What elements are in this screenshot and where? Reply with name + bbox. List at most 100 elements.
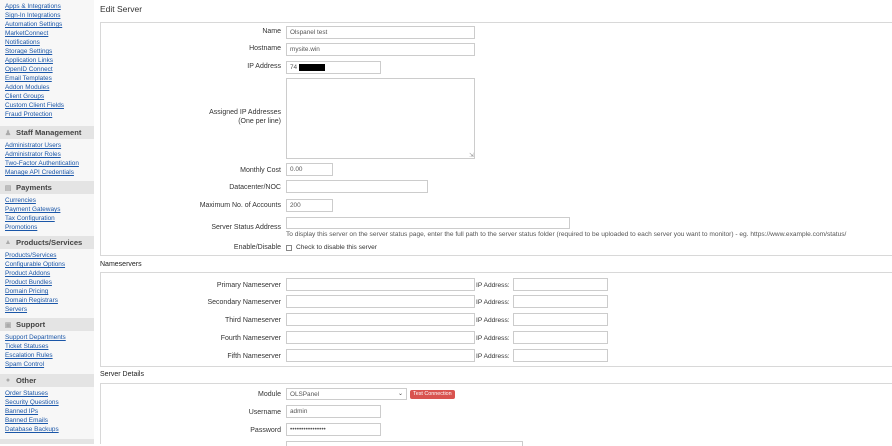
name-input[interactable] — [286, 26, 475, 39]
enable-disable-label: Enable/Disable — [233, 244, 281, 251]
disable-server-checkbox-label: Check to disable this server — [296, 244, 377, 251]
sidebar-link-automation-settings[interactable]: Automation Settings — [5, 21, 62, 28]
fourth-nameserver-label: Fourth Nameserver — [220, 335, 281, 342]
fourth-ns-ip-input[interactable] — [513, 331, 608, 344]
credit-card-icon: ▤ — [4, 184, 12, 192]
secondary-nameserver-label: Secondary Nameserver — [207, 299, 281, 306]
assigned-ip-textarea[interactable] — [286, 78, 475, 159]
primary-nameserver-label: Primary Nameserver — [216, 282, 281, 289]
sidebar-link-administrator-users[interactable]: Administrator Users — [5, 142, 61, 149]
third-ns-ip-label: IP Address: — [476, 317, 510, 324]
sidebar-link-notifications[interactable]: Notifications — [5, 39, 40, 46]
hostname-input[interactable] — [286, 43, 475, 56]
primary-nameserver-input[interactable] — [286, 278, 475, 291]
sidebar-link-spam-control[interactable]: Spam Control — [5, 361, 44, 368]
sidebar-section-products-services: ▲ Products/Services — [0, 236, 94, 249]
sidebar-link-product-bundles[interactable]: Product Bundles — [5, 279, 52, 286]
server-details-panel — [100, 383, 892, 444]
main-content: Edit Server Name Hostname IP Address 74 … — [94, 0, 892, 446]
sidebar-link-fraud-protection[interactable]: Fraud Protection — [5, 111, 52, 118]
user-icon: ♟ — [4, 129, 12, 137]
sidebar-link-administrator-roles[interactable]: Administrator Roles — [5, 151, 61, 158]
sidebar-link-domain-pricing[interactable]: Domain Pricing — [5, 288, 48, 295]
secondary-ns-ip-label: IP Address: — [476, 299, 510, 306]
sidebar-link-application-links[interactable]: Application Links — [5, 57, 53, 64]
sidebar-link-banned-emails[interactable]: Banned Emails — [5, 417, 48, 424]
module-label: Module — [258, 391, 281, 398]
sidebar-link-order-statuses[interactable]: Order Statuses — [5, 390, 48, 397]
fifth-nameserver-input[interactable] — [286, 349, 475, 362]
cube-icon: ▲ — [4, 239, 12, 246]
sidebar-link-database-backups[interactable]: Database Backups — [5, 426, 59, 433]
secondary-nameserver-input[interactable] — [286, 295, 475, 308]
sidebar-link-security-questions[interactable]: Security Questions — [5, 399, 59, 406]
max-accounts-input[interactable] — [286, 199, 333, 212]
resize-grip-icon[interactable]: ⇲ — [469, 152, 474, 159]
chevron-down-icon: ⌄ — [397, 391, 403, 397]
max-accounts-label: Maximum No. of Accounts — [199, 202, 281, 209]
password-value: •••••••••••••••• — [290, 426, 326, 433]
sidebar-link-banned-ips[interactable]: Banned IPs — [5, 408, 38, 415]
sidebar-link-currencies[interactable]: Currencies — [5, 197, 36, 204]
sidebar-section-staff-management: ♟ Staff Management — [0, 126, 94, 139]
fourth-nameserver-input[interactable] — [286, 331, 475, 344]
fifth-ns-ip-input[interactable] — [513, 349, 608, 362]
ip-address-input[interactable]: 74 — [286, 61, 381, 74]
sidebar-link-addon-modules[interactable]: Addon Modules — [5, 84, 49, 91]
status-address-label: Server Status Address — [211, 224, 281, 231]
sidebar-section-title: Payments — [16, 183, 52, 192]
test-connection-button[interactable]: Test Connection — [410, 390, 455, 399]
sidebar-link-ticket-statuses[interactable]: Ticket Statuses — [5, 343, 48, 350]
ip-address-label: IP Address — [247, 63, 281, 70]
fifth-ns-ip-label: IP Address: — [476, 353, 510, 360]
sidebar-link-two-factor-authentication[interactable]: Two-Factor Authentication — [5, 160, 79, 167]
username-input[interactable] — [286, 405, 381, 418]
sidebar-link-product-addons[interactable]: Product Addons — [5, 270, 50, 277]
sidebar-section-title: Products/Services — [16, 238, 83, 247]
nameservers-section-title: Nameservers — [100, 261, 142, 268]
sidebar-link-escalation-rules[interactable]: Escalation Rules — [5, 352, 53, 359]
datacenter-label: Datacenter/NOC — [229, 184, 281, 191]
password-input[interactable]: •••••••••••••••• — [286, 423, 381, 436]
fifth-nameserver-label: Fifth Nameserver — [227, 353, 281, 360]
sidebar-link-storage-settings[interactable]: Storage Settings — [5, 48, 52, 55]
username-label: Username — [248, 409, 281, 416]
third-ns-ip-input[interactable] — [513, 313, 608, 326]
sidebar-link-configurable-options[interactable]: Configurable Options — [5, 261, 65, 268]
password-label: Password — [250, 427, 281, 434]
sidebar-section-title: Other — [16, 376, 37, 385]
module-select[interactable]: OLSPanel ⌄ — [286, 388, 407, 400]
sidebar-link-client-groups[interactable]: Client Groups — [5, 93, 44, 100]
sidebar-link-custom-client-fields[interactable]: Custom Client Fields — [5, 102, 64, 109]
sidebar-link-support-departments[interactable]: Support Departments — [5, 334, 66, 341]
disable-server-checkbox[interactable] — [286, 245, 292, 251]
third-nameserver-label: Third Nameserver — [224, 317, 281, 324]
sidebar-section-next — [0, 439, 94, 444]
sidebar-link-domain-registrars[interactable]: Domain Registrars — [5, 297, 58, 304]
datacenter-input[interactable] — [286, 180, 428, 193]
sidebar-link-manage-api-credentials[interactable]: Manage API Credentials — [5, 169, 74, 176]
primary-ns-ip-input[interactable] — [513, 278, 608, 291]
sidebar-link-marketconnect[interactable]: MarketConnect — [5, 30, 48, 37]
module-select-value: OLSPanel — [290, 391, 320, 398]
page-title: Edit Server — [100, 4, 143, 14]
assigned-ip-sublabel: (One per line) — [238, 118, 281, 125]
sidebar-link-tax-configuration[interactable]: Tax Configuration — [5, 215, 55, 222]
sidebar: Apps & Integrations Sign-In Integrations… — [0, 0, 94, 444]
sidebar-link-payment-gateways[interactable]: Payment Gateways — [5, 206, 60, 213]
sidebar-link-sign-in-integrations[interactable]: Sign-In Integrations — [5, 12, 60, 19]
sidebar-link-openid-connect[interactable]: OpenID Connect — [5, 66, 53, 73]
sidebar-link-products-services[interactable]: Products/Services — [5, 252, 57, 259]
monthly-cost-input[interactable] — [286, 163, 333, 176]
sidebar-section-payments: ▤ Payments — [0, 181, 94, 194]
status-address-input[interactable] — [286, 217, 570, 229]
sidebar-link-apps-integrations[interactable]: Apps & Integrations — [5, 3, 61, 10]
sidebar-link-promotions[interactable]: Promotions — [5, 224, 37, 231]
sidebar-link-servers[interactable]: Servers — [5, 306, 27, 313]
secondary-ns-ip-input[interactable] — [513, 295, 608, 308]
sidebar-section-title: Support — [16, 320, 46, 329]
primary-ns-ip-label: IP Address: — [476, 282, 510, 289]
sidebar-link-email-templates[interactable]: Email Templates — [5, 75, 52, 82]
third-nameserver-input[interactable] — [286, 313, 475, 326]
monthly-cost-label: Monthly Cost — [240, 167, 281, 174]
